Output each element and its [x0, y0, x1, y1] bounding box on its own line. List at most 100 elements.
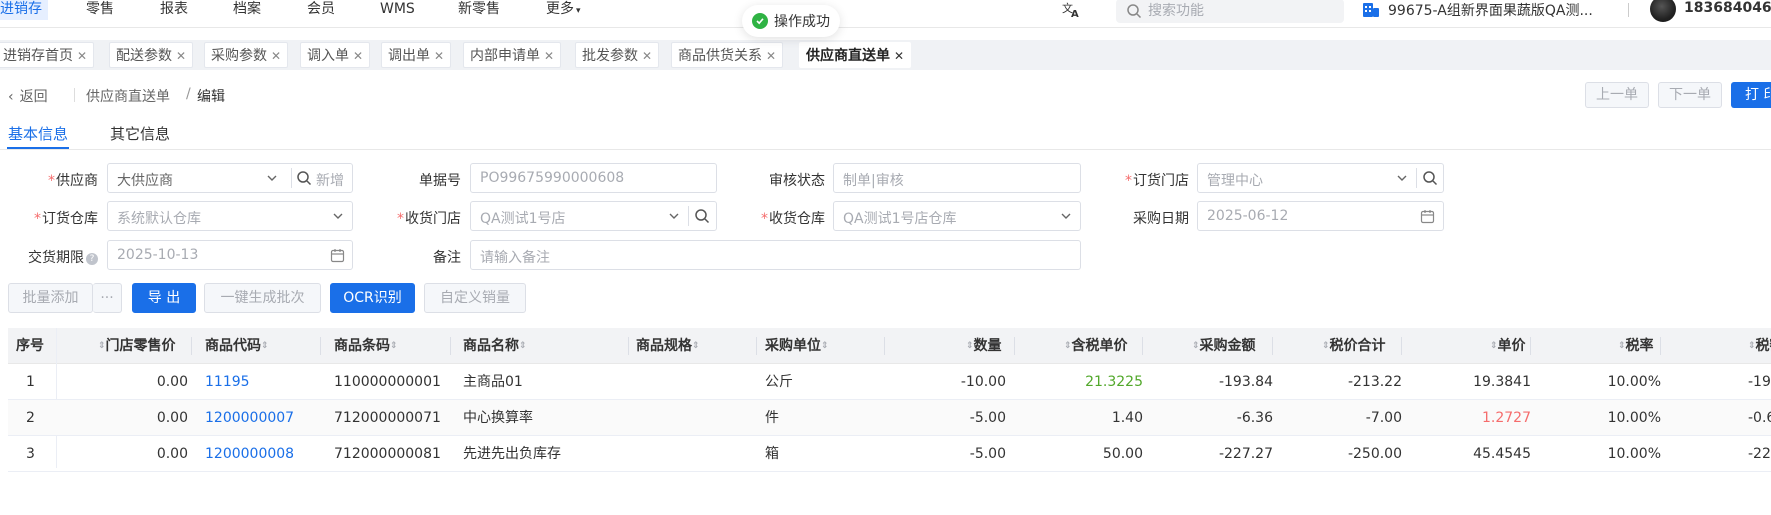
top-navigation: 进销存 零售 报表 档案 会员 WMS 新零售 更多 ▾ 文A 搜索功能 9967…	[0, 0, 1771, 28]
function-search-input[interactable]: 搜索功能	[1116, 0, 1344, 23]
tab-purchase-params[interactable]: 采购参数 ✕	[204, 42, 289, 68]
organization-icon	[1363, 3, 1379, 17]
table-row[interactable]: 1 0.00 11195 110000000001 主商品01 公斤 -10.0…	[8, 364, 1771, 400]
batch-add-button[interactable]: 批量添加	[8, 283, 93, 313]
col-header-tax-price[interactable]: ⇕含税单价	[1064, 328, 1128, 364]
cell-tax-price[interactable]: 50.00	[1018, 436, 1143, 472]
cell-qty[interactable]: -5.00	[888, 400, 1006, 436]
purchase-date-picker[interactable]: 2025-06-12	[1197, 201, 1444, 231]
next-order-button[interactable]: 下一单	[1658, 82, 1722, 108]
tab-wholesale-params[interactable]: 批发参数 ✕	[575, 42, 660, 68]
avatar[interactable]	[1650, 0, 1676, 22]
sort-icon: ⇕	[98, 340, 106, 351]
col-header-barcode[interactable]: 商品条码⇕	[334, 328, 398, 364]
ocr-button[interactable]: OCR识别	[330, 283, 415, 313]
tab-internal-request[interactable]: 内部申请单 ✕	[463, 42, 562, 68]
receive-warehouse-select[interactable]: QA测试1号店仓库	[833, 201, 1081, 231]
supplier-select[interactable]: 大供应商 新增	[107, 163, 353, 193]
nav-item-new-retail[interactable]: 新零售	[458, 0, 500, 20]
subtab-other-info[interactable]: 其它信息	[110, 123, 170, 144]
user-name[interactable]: 18368404677	[1684, 0, 1771, 16]
close-icon[interactable]: ✕	[544, 49, 554, 63]
nav-item-retail[interactable]: 零售	[86, 0, 114, 20]
breadcrumb-parent[interactable]: 供应商直送单	[86, 86, 170, 106]
cell-unit-price: 45.4545	[1473, 446, 1531, 462]
remark-label: 备注	[433, 250, 461, 266]
col-header-spec[interactable]: 商品规格⇕	[636, 328, 700, 364]
order-store-select[interactable]: 管理中心	[1197, 163, 1444, 193]
add-supplier-button[interactable]: 新增	[316, 170, 344, 190]
nav-item-more[interactable]: 更多 ▾	[546, 0, 581, 20]
close-icon[interactable]: ✕	[434, 49, 444, 63]
col-header-unit[interactable]: 采购单位⇕	[765, 328, 829, 364]
cell-qty[interactable]: -10.00	[888, 364, 1006, 400]
col-header-tax-rate[interactable]: ⇕税率	[1618, 328, 1654, 364]
generate-batch-button[interactable]: 一键生成批次	[204, 283, 321, 313]
cell-tax-total: -213.22	[1347, 374, 1402, 390]
nav-item-members[interactable]: 会员	[307, 0, 335, 20]
sort-icon: ⇕	[1618, 340, 1626, 351]
col-header-qty[interactable]: ⇕数量	[966, 328, 1002, 364]
col-header-tax-amount[interactable]: ⇕税额	[1748, 328, 1771, 364]
tab-distribution-params[interactable]: 配送参数 ✕	[109, 42, 194, 68]
col-header-retail-price[interactable]: ⇕门店零售价	[98, 328, 176, 364]
organization-selector[interactable]: 99675-A组新界面果蔬版QA测...	[1388, 0, 1626, 20]
custom-sales-button[interactable]: 自定义销量	[424, 283, 526, 313]
search-icon[interactable]	[296, 170, 312, 186]
cell-tax-price[interactable]: 21.3225	[1018, 364, 1143, 400]
close-icon[interactable]: ✕	[77, 49, 87, 63]
nav-item-archives[interactable]: 档案	[233, 0, 261, 20]
cell-product-code-link[interactable]: 1200000008	[205, 436, 294, 472]
cell-product-code-link[interactable]: 1200000007	[205, 400, 294, 436]
cell-product-name: 先进先出负库存	[463, 446, 561, 462]
cell-purchase-amount: -227.27	[1218, 446, 1273, 462]
delivery-deadline-picker[interactable]: 2025-10-13	[107, 240, 353, 270]
close-icon[interactable]: ✕	[642, 49, 652, 63]
cell-tax-amount: -0.64	[1748, 410, 1771, 426]
page-tabs: 进销存首页 ✕ 配送参数 ✕ 采购参数 ✕ 调入单 ✕ 调出单 ✕ 内部申请单 ✕ 批发参数…	[0, 40, 1771, 70]
translate-icon[interactable]: 文A	[1062, 0, 1080, 22]
close-icon[interactable]: ✕	[353, 49, 363, 63]
help-icon[interactable]: ?	[86, 253, 98, 265]
close-icon[interactable]: ✕	[894, 49, 904, 63]
order-warehouse-select[interactable]: 系统默认仓库	[107, 201, 353, 231]
table-row[interactable]: 2 0.00 1200000007 712000000071 中心换算率 件 -…	[8, 400, 1771, 436]
prev-order-button[interactable]: 上一单	[1585, 82, 1649, 108]
more-actions-button[interactable]: ···	[93, 283, 122, 313]
search-icon[interactable]	[1422, 170, 1438, 186]
cell-barcode: 110000000001	[334, 374, 441, 390]
back-button[interactable]: ‹ 返回	[8, 86, 48, 106]
calendar-icon	[1420, 210, 1435, 224]
cell-product-code-link[interactable]: 11195	[205, 364, 250, 400]
receive-store-select[interactable]: QA测试1号店	[470, 201, 717, 231]
col-header-tax-total[interactable]: ⇕税价合计	[1322, 328, 1386, 364]
breadcrumb-separator: /	[186, 86, 191, 102]
nav-item-inventory[interactable]: 进销存	[0, 0, 48, 20]
svg-text:A: A	[1071, 9, 1079, 18]
search-icon[interactable]	[694, 208, 710, 224]
cell-tax-price[interactable]: 1.40	[1018, 400, 1143, 436]
tab-supplier-direct-order[interactable]: 供应商直送单 ✕	[799, 42, 912, 68]
col-header-product-code[interactable]: 商品代码⇕	[205, 328, 269, 364]
tab-transfer-in[interactable]: 调入单 ✕	[300, 42, 371, 68]
sort-icon: ⇕	[1490, 340, 1498, 351]
tab-inventory-home[interactable]: 进销存首页 ✕	[0, 42, 95, 68]
table-row[interactable]: 3 0.00 1200000008 712000000081 先进先出负库存 箱…	[8, 436, 1771, 472]
nav-item-reports[interactable]: 报表	[160, 0, 188, 20]
col-header-unit-price[interactable]: ⇕单价	[1490, 328, 1526, 364]
col-header-product-name[interactable]: 商品名称⇕	[463, 328, 527, 364]
print-button[interactable]: 打 印	[1731, 82, 1771, 108]
close-icon[interactable]: ✕	[176, 49, 186, 63]
search-placeholder: 搜索功能	[1148, 3, 1204, 19]
cell-qty[interactable]: -5.00	[888, 436, 1006, 472]
sort-icon: ⇕	[692, 340, 700, 351]
nav-item-wms[interactable]: WMS	[380, 0, 415, 20]
close-icon[interactable]: ✕	[766, 49, 776, 63]
close-icon[interactable]: ✕	[271, 49, 281, 63]
tab-supply-relation[interactable]: 商品供货关系 ✕	[671, 42, 784, 68]
export-button[interactable]: 导 出	[132, 283, 196, 313]
col-header-purchase-amount[interactable]: ⇕采购金额	[1192, 328, 1256, 364]
subtab-basic-info[interactable]: 基本信息	[8, 123, 68, 144]
tab-transfer-out[interactable]: 调出单 ✕	[381, 42, 452, 68]
remark-input[interactable]: 请输入备注	[470, 240, 1081, 270]
